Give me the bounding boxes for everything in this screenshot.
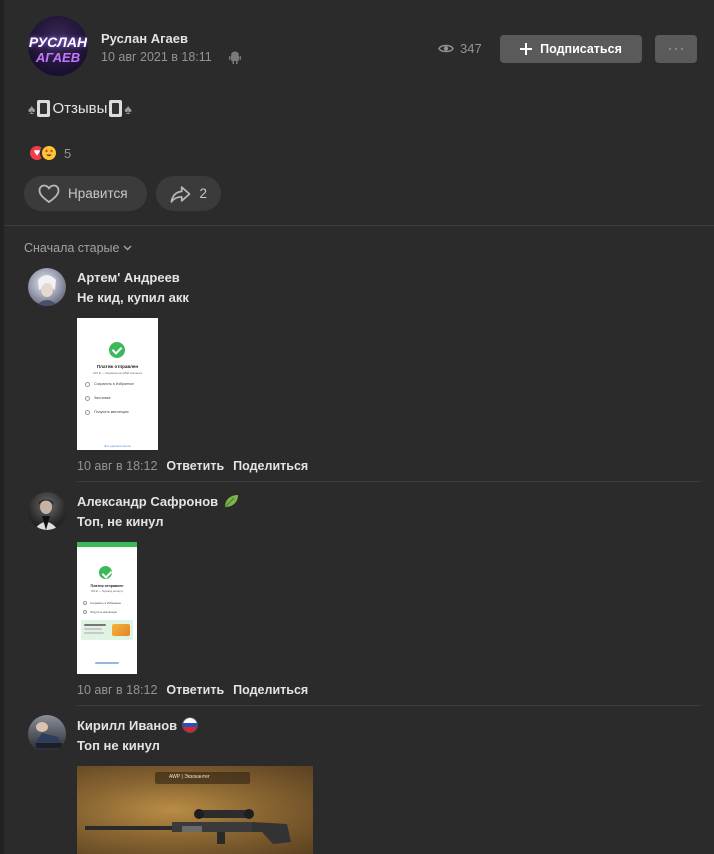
sniper-rifle-icon xyxy=(85,809,291,844)
spade-icon: ♠ xyxy=(124,100,132,117)
sort-label: Сначала старые xyxy=(24,241,120,255)
comment-time[interactable]: 10 авг в 18:12 xyxy=(77,459,157,473)
comment-text: Не кид, купил акк xyxy=(77,290,189,305)
item-caption-box: AWP | Экзокантег xyxy=(155,772,250,784)
eye-icon xyxy=(438,44,454,53)
subscribe-label: Подписаться xyxy=(540,42,622,56)
comments-sort-toggle[interactable]: Сначала старые xyxy=(24,241,132,255)
promo-banner xyxy=(81,620,133,640)
status-bar xyxy=(77,542,137,547)
author-name[interactable]: Руслан Агаев xyxy=(101,31,188,46)
leaf-icon xyxy=(224,495,239,508)
more-dots-icon xyxy=(668,47,684,51)
like-button[interactable]: Нравится xyxy=(24,176,147,211)
subscribe-button[interactable]: Подписаться xyxy=(500,35,642,63)
comment-divider xyxy=(77,481,701,482)
payment-screenshot: Платеж отправлен 215 ₽ — Перевод на QIWI… xyxy=(77,318,158,450)
weapon-screenshot: AWP | Экзокантег xyxy=(77,766,313,854)
screenshot-item: Получить квитанцию xyxy=(94,410,129,414)
like-label: Нравится xyxy=(68,186,128,201)
screenshot-title: Платеж отправлен xyxy=(96,364,139,369)
screenshot-title: Платеж отправлен xyxy=(90,584,124,588)
comment-text: Топ, не кинул xyxy=(77,514,164,529)
commenter-name-text[interactable]: Кирилл Иванов xyxy=(77,718,177,733)
screenshot-item: Сохранить в Избранное xyxy=(94,382,134,386)
views-count: 347 xyxy=(460,41,482,56)
post-date[interactable]: 10 авг 2021 в 18:11 xyxy=(101,50,212,64)
android-icon xyxy=(229,51,241,64)
share-arrow-icon xyxy=(170,185,191,203)
comment-text: Топ не кинул xyxy=(77,738,160,753)
heart-eyes-reaction-icon xyxy=(40,144,58,162)
screenshot-subtitle: 300 ₽ — Перевод на карту xyxy=(90,590,124,593)
reactions-count: 5 xyxy=(64,145,72,161)
playing-card-icon xyxy=(109,100,123,117)
reactions-summary[interactable]: ♥ 5 xyxy=(28,144,71,162)
more-button[interactable] xyxy=(655,35,697,63)
comment-meta: 10 авг в 18:12 Ответить Поделиться xyxy=(77,683,308,697)
avatar-logo-text-top: РУСЛАН xyxy=(28,34,88,50)
commenter-name[interactable]: Александр Сафронов xyxy=(77,493,239,509)
receipt-icon xyxy=(83,610,87,614)
author-avatar[interactable]: РУСЛАН АГАЕВ xyxy=(28,16,88,76)
playing-card-icon xyxy=(37,100,51,117)
screenshot-footer: Это сделали Антон xyxy=(104,444,131,448)
screenshot-item: Заготовка xyxy=(94,396,111,400)
screenshot-item: Получить квитанцию xyxy=(90,610,117,614)
screenshot-footer-line xyxy=(95,662,119,664)
screenshot-item: Сохранить в Избранное xyxy=(90,601,122,605)
checkmark-icon xyxy=(109,342,125,358)
comment-divider xyxy=(77,705,701,706)
avatar-logo-text-bottom: АГАЕВ xyxy=(35,50,81,65)
screenshot-subtitle: 215 ₽ — Перевод на QIWI Кошелек xyxy=(92,371,143,375)
reply-button[interactable]: Ответить xyxy=(166,459,224,473)
spade-icon: ♠ xyxy=(28,100,36,117)
commenter-avatar[interactable] xyxy=(28,715,66,753)
commenter-name-text[interactable]: Артем' Андреев xyxy=(77,270,180,285)
share-button[interactable]: 2 xyxy=(156,176,221,211)
receipt-icon xyxy=(85,410,90,415)
comment-attachment-image[interactable]: AWP | Экзокантег xyxy=(77,766,313,854)
views-counter: 347 xyxy=(438,41,482,56)
russia-flag-icon xyxy=(182,717,199,733)
commenter-name-text[interactable]: Александр Сафронов xyxy=(77,494,218,509)
comment-attachment-image[interactable]: Платеж отправлен 215 ₽ — Перевод на QIWI… xyxy=(77,318,158,450)
plus-icon xyxy=(520,43,533,55)
star-icon xyxy=(85,382,90,387)
commenter-name[interactable]: Артем' Андреев xyxy=(77,270,180,285)
item-caption: AWP | Экзокантег xyxy=(169,774,210,780)
post-card: РУСЛАН АГАЕВ Руслан Агаев 10 авг 2021 в … xyxy=(4,0,714,854)
payment-screenshot: Платеж отправлен 300 ₽ — Перевод на карт… xyxy=(77,542,137,674)
share-comment-button[interactable]: Поделиться xyxy=(233,683,308,697)
post-text-content: Отзывы xyxy=(52,100,108,117)
heart-outline-icon xyxy=(38,184,60,203)
checkmark-icon xyxy=(99,566,112,579)
chevron-down-icon xyxy=(123,245,132,251)
commenter-avatar[interactable] xyxy=(28,492,66,530)
share-comment-button[interactable]: Поделиться xyxy=(233,459,308,473)
comment-attachment-image[interactable]: Платеж отправлен 300 ₽ — Перевод на карт… xyxy=(77,542,137,674)
reply-button[interactable]: Ответить xyxy=(166,683,224,697)
share-count: 2 xyxy=(199,186,207,201)
commenter-avatar[interactable] xyxy=(28,268,66,306)
post-text: ♠ Отзывы ♠ xyxy=(28,100,132,117)
commenter-name[interactable]: Кирилл Иванов xyxy=(77,717,199,733)
star-icon xyxy=(83,601,87,605)
section-divider xyxy=(4,225,714,226)
comment-meta: 10 авг в 18:12 Ответить Поделиться xyxy=(77,459,308,473)
comment-time[interactable]: 10 авг в 18:12 xyxy=(77,683,157,697)
clock-icon xyxy=(85,396,90,401)
